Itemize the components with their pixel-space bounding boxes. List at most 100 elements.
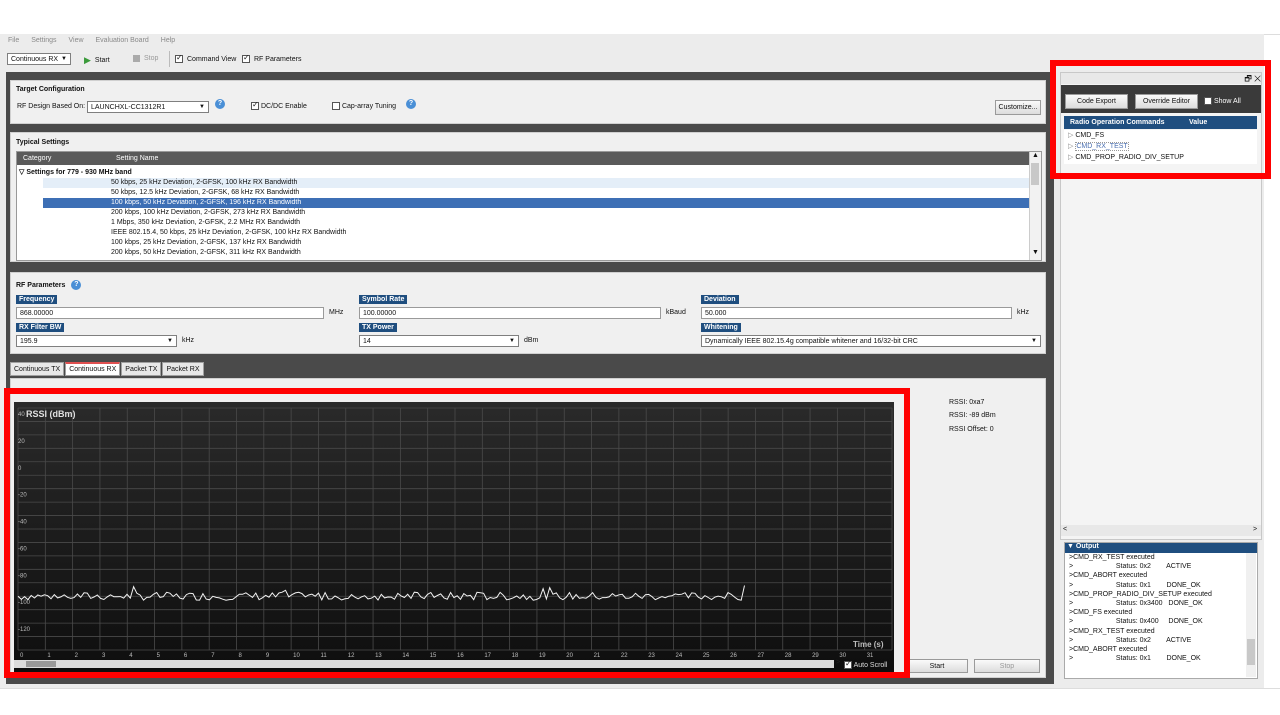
tab-continuous-rx[interactable]: Continuous RX [65, 362, 121, 376]
setting-row-label: 50 kbps, 12.5 kHz Deviation, 2-GFSK, 68 … [111, 189, 300, 196]
toolbar-divider [169, 51, 170, 67]
output-line: >CMD_ABORT executed [1069, 572, 1148, 580]
rf-parameters-toggle[interactable]: RF Parameters [242, 53, 301, 63]
frequency-label: Frequency [16, 295, 58, 304]
typical-settings-panel: Typical Settings Category Setting Name ▽… [10, 132, 1046, 262]
settings-table-header: Category Setting Name [17, 152, 1029, 165]
tx-power-dropdown[interactable]: 14 ▼ [359, 335, 519, 347]
output-title: Output [1075, 543, 1099, 550]
rf-parameters-checkbox[interactable] [242, 53, 250, 63]
settings-table: Category Setting Name ▽ Settings for 779… [16, 151, 1042, 261]
command-view-checkbox[interactable] [175, 53, 183, 63]
setting-row[interactable]: 200 kbps, 100 kHz Deviation, 2-GFSK, 273… [43, 208, 1029, 218]
rx-filter-bw-dropdown[interactable]: 195.9 ▼ [16, 335, 177, 347]
menu-settings[interactable]: Settings [31, 37, 56, 44]
settings-scrollbar[interactable]: ▲ ▼ [1029, 152, 1041, 260]
setting-row-selected[interactable]: 100 kbps, 50 kHz Deviation, 2-GFSK, 196 … [43, 198, 1029, 208]
tab-packet-rx[interactable]: Packet RX [162, 362, 204, 376]
rf-design-value: LAUNCHXL-CC1312R1 [91, 103, 166, 111]
menu-file[interactable]: File [8, 37, 19, 44]
output-log: >CMD_RX_TEST executed > Status: 0x2 ACTI… [1069, 553, 1245, 663]
mode-value: Continuous RX [11, 55, 59, 63]
rf-design-dropdown[interactable]: LAUNCHXL-CC1312R1 ▼ [87, 101, 209, 113]
typical-settings-title: Typical Settings [16, 139, 70, 146]
chevron-right-icon[interactable]: > [1253, 526, 1257, 533]
expand-triangle-icon: ▽ [19, 169, 25, 176]
chevron-down-icon: ▼ [1031, 338, 1037, 344]
output-line: > Status: 0x2 ACTIVE [1069, 563, 1192, 571]
deviation-unit: kHz [1017, 309, 1030, 316]
output-line: > Status: 0x1 DONE_OK [1069, 655, 1201, 663]
start-button[interactable]: ▶ Start [84, 55, 110, 66]
settings-group-label: Settings for 779 - 930 MHz band [26, 169, 132, 176]
target-configuration-panel: Target Configuration RF Design Based On:… [10, 80, 1046, 124]
scroll-down-icon[interactable]: ▼ [1032, 249, 1039, 256]
rssi-offset: RSSI Offset: 0 [949, 426, 994, 433]
setting-row[interactable]: 200 kbps, 50 kHz Deviation, 2-GFSK, 311 … [43, 248, 1029, 258]
setting-row-label: 200 kbps, 100 kHz Deviation, 2-GFSK, 273… [111, 209, 306, 216]
setting-row[interactable]: 1 Mbps, 350 kHz Deviation, 2-GFSK, 2.2 M… [43, 218, 1029, 228]
scroll-thumb[interactable] [1031, 163, 1039, 185]
setting-row-label: 200 kbps, 50 kHz Deviation, 2-GFSK, 311 … [111, 249, 301, 256]
chart-highlight-box [4, 388, 910, 678]
symbol-rate-field[interactable]: 100.00000 [359, 307, 661, 319]
dcdc-label: DC/DC Enable [260, 102, 307, 110]
chevron-down-icon: ▼ [61, 56, 67, 62]
rx-start-button[interactable]: Start [906, 659, 968, 673]
setting-row[interactable]: 50 kbps, 25 kHz Deviation, 2-GFSK, 100 k… [43, 178, 1029, 188]
output-scrollbar[interactable] [1246, 553, 1256, 677]
help-icon[interactable]: ? [71, 280, 82, 290]
whitening-dropdown[interactable]: Dynamically IEEE 802.15.4g compatible wh… [701, 335, 1041, 347]
setting-row[interactable]: 100 kbps, 25 kHz Deviation, 2-GFSK, 137 … [43, 238, 1029, 248]
dcdc-toggle[interactable]: DC/DC Enable [251, 100, 307, 110]
settings-rows: 50 kbps, 25 kHz Deviation, 2-GFSK, 100 k… [43, 178, 1029, 258]
right-pane-hscrollbar[interactable]: < > [1061, 525, 1261, 536]
command-view-label: Command View [187, 55, 237, 63]
setting-row[interactable]: 50 kbps, 12.5 kHz Deviation, 2-GFSK, 68 … [43, 188, 1029, 198]
scroll-up-icon[interactable]: ▲ [1032, 152, 1039, 159]
menu-help[interactable]: Help [161, 37, 175, 44]
rx-filter-bw-unit: kHz [182, 337, 195, 344]
cap-array-toggle[interactable]: Cap-array Tuning [332, 102, 396, 110]
rx-stop-button[interactable]: Stop [974, 659, 1040, 673]
target-configuration-title: Target Configuration [16, 86, 85, 93]
scroll-thumb[interactable] [1247, 639, 1255, 665]
commands-highlight-box [1050, 60, 1271, 179]
mode-dropdown[interactable]: Continuous RX ▼ [7, 53, 71, 65]
stop-button[interactable]: Stop [133, 55, 158, 62]
frequency-unit: MHz [329, 309, 344, 316]
chevron-left-icon[interactable]: < [1063, 526, 1067, 533]
symbol-rate-label: Symbol Rate [359, 295, 408, 304]
dcdc-checkbox[interactable] [251, 100, 259, 110]
menu-evaluation-board[interactable]: Evaluation Board [95, 37, 148, 44]
chevron-down-icon: ▼ [509, 338, 515, 344]
output-line: > Status: 0x3400 DONE_OK [1069, 599, 1203, 607]
output-header: ▼ Output [1065, 543, 1257, 553]
stop-label: Stop [144, 55, 159, 62]
chevron-down-icon: ▼ [199, 104, 205, 110]
collapse-triangle-icon[interactable]: ▼ [1067, 543, 1074, 550]
output-line: >CMD_PROP_RADIO_DIV_SETUP executed [1069, 590, 1212, 598]
tab-continuous-tx[interactable]: Continuous TX [10, 362, 65, 376]
frequency-field[interactable]: 868.00000 [16, 307, 324, 319]
deviation-field[interactable]: 50.000 [701, 307, 1012, 319]
whitening-label: Whitening [701, 323, 741, 332]
tab-packet-tx[interactable]: Packet TX [121, 362, 162, 376]
customize-button[interactable]: Customize... [995, 100, 1041, 115]
rf-design-label: RF Design Based On: [17, 103, 86, 110]
tx-power-value: 14 [363, 337, 371, 345]
rf-parameters-panel: RF Parameters ? Frequency 868.00000 MHz … [10, 272, 1046, 354]
command-view-toggle[interactable]: Command View [175, 53, 237, 63]
menu-view[interactable]: View [68, 37, 83, 44]
col-category: Category [23, 155, 52, 162]
help-icon[interactable]: ? [406, 99, 416, 109]
top-bar [0, 0, 1280, 35]
cap-array-label: Cap-array Tuning [341, 102, 397, 110]
output-line: > Status: 0x400 DONE_OK [1069, 618, 1203, 626]
deviation-label: Deviation [701, 295, 739, 304]
cap-array-checkbox[interactable] [332, 102, 340, 110]
setting-row[interactable]: IEEE 802.15.4, 50 kbps, 25 kHz Deviation… [43, 228, 1029, 238]
settings-group-row[interactable]: ▽ Settings for 779 - 930 MHz band [19, 168, 132, 176]
whitening-value: Dynamically IEEE 802.15.4g compatible wh… [705, 337, 918, 345]
help-icon[interactable]: ? [215, 99, 225, 109]
